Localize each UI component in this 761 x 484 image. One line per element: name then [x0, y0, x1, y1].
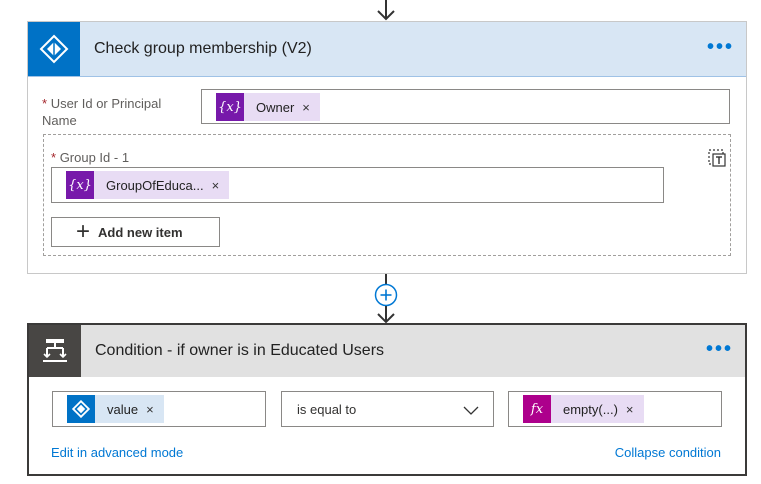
remove-token-icon[interactable]: ×: [212, 178, 230, 193]
token-label: Owner: [256, 99, 295, 115]
operator-value: is equal to: [297, 402, 357, 417]
more-options-button[interactable]: •••: [706, 325, 733, 377]
required-marker: *: [51, 150, 57, 165]
token-label: empty(...): [563, 401, 618, 417]
condition-icon: [29, 325, 81, 377]
right-operand-field[interactable]: fx empty(...) ×: [508, 391, 722, 427]
required-marker: *: [42, 96, 48, 111]
add-new-item-label: Add new item: [98, 224, 183, 240]
add-new-item-button[interactable]: + Add new item: [51, 217, 220, 247]
remove-token-icon[interactable]: ×: [626, 402, 644, 417]
condition-card: Condition - if owner is in Educated User…: [27, 323, 747, 476]
group-token[interactable]: {x} GroupOfEduca... ×: [66, 171, 230, 199]
more-options-button[interactable]: •••: [707, 22, 734, 76]
remove-token-icon[interactable]: ×: [146, 402, 164, 417]
condition-header[interactable]: Condition - if owner is in Educated User…: [29, 325, 745, 377]
group-id-label-text: Group Id - 1: [59, 150, 130, 165]
operator-select[interactable]: is equal to: [281, 391, 494, 427]
azure-ad-icon: [28, 22, 80, 76]
action-title: Check group membership (V2): [94, 40, 312, 57]
check-group-membership-card: Check group membership (V2) ••• * User I…: [27, 21, 747, 274]
user-id-field[interactable]: {x} Owner ×: [201, 89, 730, 124]
group-id-field[interactable]: {x} GroupOfEduca... ×: [51, 167, 664, 203]
plus-icon: +: [76, 218, 91, 245]
token-label: GroupOfEduca...: [106, 177, 204, 193]
expression-token[interactable]: fx empty(...) ×: [523, 395, 644, 423]
token-label: value: [107, 401, 139, 417]
group-id-array: * Group Id - 1 {x} GroupOfEduca... × + A…: [43, 134, 731, 256]
top-connector-arrow: [374, 0, 398, 22]
edit-advanced-mode-link[interactable]: Edit in advanced mode: [51, 445, 183, 460]
value-token[interactable]: value ×: [67, 395, 164, 423]
connector-arrow: [374, 306, 398, 324]
group-id-label: * Group Id - 1: [51, 150, 129, 165]
azure-ad-icon: [67, 395, 95, 423]
collapse-condition-link[interactable]: Collapse condition: [615, 445, 721, 460]
user-id-label: * User Id or Principal Name: [42, 95, 192, 129]
chevron-down-icon: [463, 403, 479, 421]
variable-icon: {x}: [216, 93, 244, 121]
remove-token-icon[interactable]: ×: [302, 100, 320, 115]
owner-token[interactable]: {x} Owner ×: [216, 93, 320, 121]
left-operand-field[interactable]: value ×: [52, 391, 266, 427]
expression-fx-icon: fx: [523, 395, 551, 423]
action-header[interactable]: Check group membership (V2) •••: [28, 22, 746, 77]
switch-to-text-mode-icon[interactable]: [707, 148, 727, 168]
variable-icon: {x}: [66, 171, 94, 199]
user-id-label-text: User Id or Principal Name: [42, 96, 162, 128]
insert-step-plus-icon[interactable]: [374, 283, 398, 307]
condition-title: Condition - if owner is in Educated User…: [95, 342, 385, 359]
